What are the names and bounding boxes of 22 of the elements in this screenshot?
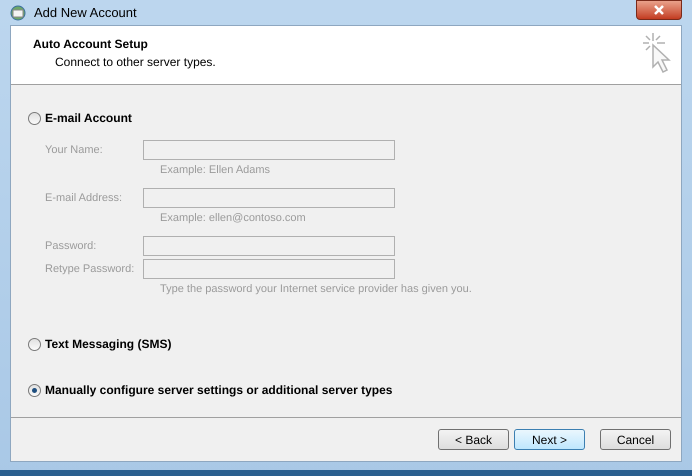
dialog-button[interactable]: < Back bbox=[438, 429, 509, 450]
field-label: Retype Password: bbox=[45, 262, 136, 277]
close-button[interactable] bbox=[636, 0, 682, 20]
field-label: Your Name: bbox=[45, 142, 104, 158]
option-label[interactable]: Manually configure server settings or additional server types bbox=[45, 381, 392, 399]
radio-button[interactable] bbox=[28, 112, 41, 124]
dialog-button[interactable]: Next > bbox=[514, 429, 585, 450]
header-subtitle: Connect to other server types. bbox=[55, 54, 217, 71]
header-title: Auto Account Setup bbox=[33, 36, 149, 53]
close-icon bbox=[652, 4, 666, 16]
window-title: Add New Account bbox=[34, 4, 137, 22]
hint-text: Example: Ellen Adams bbox=[160, 163, 272, 178]
field-label: E-mail Address: bbox=[45, 190, 124, 206]
hint-text: Type the password your Internet service provider has given you. bbox=[160, 282, 473, 297]
dialog-button[interactable]: Cancel bbox=[600, 429, 671, 450]
option-label[interactable]: E-mail Account bbox=[45, 109, 132, 127]
radio-button[interactable] bbox=[28, 338, 41, 350]
radio-button[interactable] bbox=[28, 384, 41, 396]
option-label[interactable]: Text Messaging (SMS) bbox=[45, 335, 172, 353]
globe-mail-icon bbox=[10, 4, 26, 20]
field-label: Password: bbox=[45, 238, 98, 254]
hint-text: Example: ellen@contoso.com bbox=[160, 211, 307, 226]
